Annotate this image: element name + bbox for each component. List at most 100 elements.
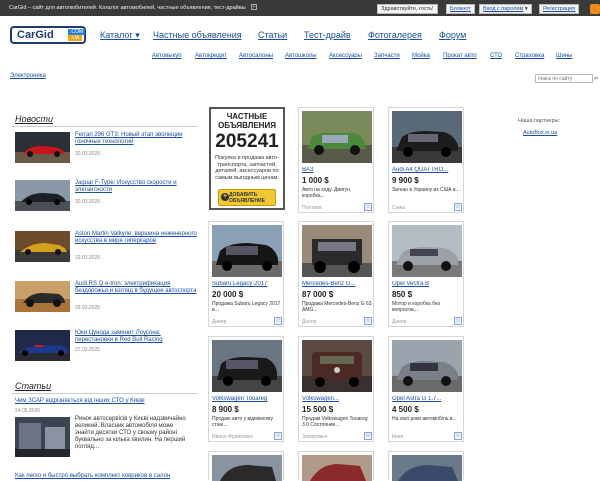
login-label: Вход с паролем — [483, 6, 524, 12]
star-icon[interactable]: ☆ — [454, 432, 462, 440]
news-thumbnail — [15, 281, 70, 312]
nav-photo-gallery[interactable]: Фотогалерея — [368, 30, 422, 40]
subnav-rental[interactable]: Прокат авто — [443, 53, 477, 59]
news-date: 29.03.2025 — [75, 305, 101, 311]
news-title[interactable]: Юки Цунода заменит Лоусона: перестановки… — [75, 330, 200, 344]
listing-card[interactable]: Mercedes-Benz G... 87 000 $ Продажа Merc… — [298, 221, 374, 327]
star-icon[interactable]: ☆ — [274, 317, 282, 325]
listing-city: Запорожье — [302, 434, 328, 440]
listing-title[interactable]: ВАЗ — [302, 167, 372, 173]
listing-title[interactable]: Subaru Legacy 2017 — [212, 281, 282, 287]
news-title[interactable]: Aston Martin Valkyrie: вершина инженерно… — [75, 231, 200, 245]
news-item[interactable]: Audi RS Q e-tron: электрификация бездоро… — [15, 281, 200, 315]
listing-photo[interactable] — [302, 340, 372, 392]
news-title[interactable]: Jaguar F-Type: Искусство скорости и элег… — [75, 180, 200, 194]
listing-card[interactable]: Volkswagen... 15 500 $ Продам Volkswagen… — [298, 336, 374, 442]
listing-card[interactable] — [298, 451, 374, 481]
subnav-buyout[interactable]: Автовыкуп — [152, 53, 182, 59]
news-thumbnail — [15, 231, 70, 262]
subnav-driving-schools[interactable]: Автошколы — [285, 53, 317, 59]
nav-forum[interactable]: Форум — [439, 30, 466, 40]
subnav-accessories[interactable]: Аксессуары — [329, 53, 362, 59]
listing-card[interactable]: Volkswagen Touareg 8 900 $ Продаю авто у… — [208, 336, 284, 442]
listing-description: Продажа Mercedes-Benz G 63 AMG... — [302, 301, 372, 313]
listing-city: Полтава — [302, 205, 322, 211]
star-icon[interactable]: ☆ — [364, 317, 372, 325]
subnav-credit[interactable]: Автокредит — [195, 53, 227, 59]
add-favorite-icon[interactable]: + — [251, 4, 257, 10]
news-heading[interactable]: Новости — [15, 114, 53, 124]
subnav-car-wash[interactable]: Мойка — [412, 53, 430, 59]
articles-heading[interactable]: Статьи — [15, 381, 51, 391]
listing-photo[interactable] — [392, 225, 462, 277]
listing-title[interactable]: Audi A4 QUATTRO... — [392, 167, 462, 173]
news-item[interactable]: Jaguar F-Type: Искусство скорости и элег… — [15, 180, 200, 214]
listing-card[interactable]: Opel Astra G 1.7... 4 500 $ На свої роки… — [388, 336, 464, 442]
listing-card[interactable] — [208, 451, 284, 481]
logo-text: CarGid — [17, 29, 54, 41]
star-icon[interactable]: ☆ — [364, 203, 372, 211]
listing-card[interactable]: Audi A4 QUATTRO... 9 900 $ Загнан в Укра… — [388, 107, 464, 213]
listing-description: Продаю авто у відмінному стані.... — [212, 416, 274, 428]
news-thumbnail — [15, 132, 70, 163]
news-divider — [12, 126, 198, 127]
nav-test-drive[interactable]: Тест-драйв — [304, 30, 351, 40]
listing-title[interactable]: Volkswagen Touareg — [212, 396, 282, 402]
listing-photo[interactable] — [212, 340, 282, 392]
nav-classifieds[interactable]: Частные объявления — [153, 30, 242, 40]
listing-card[interactable] — [388, 451, 464, 481]
listing-description: Загнан в Украину из США в... — [392, 187, 460, 193]
listing-photo[interactable] — [302, 111, 372, 163]
listing-title[interactable]: Volkswagen... — [302, 396, 372, 402]
partner-link[interactable]: AutoBox.in.ua — [523, 130, 557, 136]
star-icon[interactable]: ☆ — [274, 432, 282, 440]
star-icon[interactable]: ☆ — [454, 317, 462, 325]
listing-photo[interactable] — [392, 340, 462, 392]
nav-catalog[interactable]: Каталог ▾ — [100, 30, 140, 41]
subnav-insurance[interactable]: Страховка — [515, 53, 544, 59]
news-title[interactable]: Audi RS Q e-tron: электрификация бездоро… — [75, 281, 200, 295]
subnav-parts[interactable]: Запчасти — [374, 53, 400, 59]
listing-photo[interactable] — [302, 225, 372, 277]
partners-label: Наша партнеры: — [518, 118, 561, 124]
search-submit-icon[interactable]: ↵ — [594, 75, 599, 82]
news-date: 29.03.2025 — [75, 255, 101, 261]
news-item[interactable]: Юки Цунода заменит Лоусона: перестановки… — [15, 330, 200, 364]
search-input[interactable] — [535, 74, 593, 83]
rss-icon[interactable] — [590, 4, 600, 14]
subnav-service[interactable]: СТО — [490, 53, 502, 59]
subnav-electronics[interactable]: Электроника — [10, 73, 46, 79]
add-listing-button[interactable]: + ДОБАВИТЬ ОБЪЯВЛЕНИЕ — [218, 189, 276, 206]
listing-city: Сумы — [392, 205, 406, 211]
news-title[interactable]: Ferrari 296 GT3: Новый этап эволюции гон… — [75, 132, 200, 146]
listing-title[interactable]: Mercedes-Benz G... — [302, 281, 372, 287]
plus-icon: + — [221, 193, 229, 201]
listing-photo[interactable] — [212, 455, 282, 481]
star-icon[interactable]: ☆ — [364, 432, 372, 440]
listing-description: Мотор и коробка без вопросов,... — [392, 301, 440, 313]
listing-price: 15 500 $ — [302, 405, 334, 414]
listing-card[interactable]: Subaru Legacy 2017 20 000 $ Продажа Suba… — [208, 221, 284, 327]
login-link[interactable]: Вход с паролем ▾ — [479, 4, 532, 14]
listing-card[interactable]: Opel Vectra B 850 $ Мотор и коробка без … — [388, 221, 464, 327]
site-logo[interactable]: CarGid .COM .UA — [10, 26, 86, 44]
article-link[interactable]: Как легко и быстро выбрать комплект ковр… — [15, 473, 170, 479]
listing-card[interactable]: ВАЗ 1 000 $ Авто на ходу. Двигун, коробк… — [298, 107, 374, 213]
notepad-link[interactable]: Блокнот — [446, 4, 475, 14]
subnav-dealers[interactable]: Автосалоны — [239, 53, 273, 59]
article-title[interactable]: Чим ЗСАР відрізняється від інших СТО у К… — [15, 398, 145, 404]
listing-photo[interactable] — [302, 455, 372, 481]
register-link[interactable]: Регистрация — [539, 4, 580, 14]
subnav-tires[interactable]: Шины — [556, 53, 572, 59]
articles-divider — [12, 393, 198, 394]
listing-title[interactable]: Opel Vectra B — [392, 281, 462, 287]
listing-photo[interactable] — [212, 225, 282, 277]
news-item[interactable]: Ferrari 296 GT3: Новый этап эволюции гон… — [15, 132, 200, 166]
listing-title[interactable]: Opel Astra G 1.7... — [392, 396, 462, 402]
classifieds-promo: ЧАСТНЫЕ ОБЪЯВЛЕНИЯ 205241 Покупка и прод… — [209, 107, 285, 210]
star-icon[interactable]: ☆ — [454, 203, 462, 211]
listing-photo[interactable] — [392, 111, 462, 163]
nav-articles[interactable]: Статьи — [258, 30, 287, 40]
news-item[interactable]: Aston Martin Valkyrie: вершина инженерно… — [15, 231, 200, 265]
listing-photo[interactable] — [392, 455, 462, 481]
